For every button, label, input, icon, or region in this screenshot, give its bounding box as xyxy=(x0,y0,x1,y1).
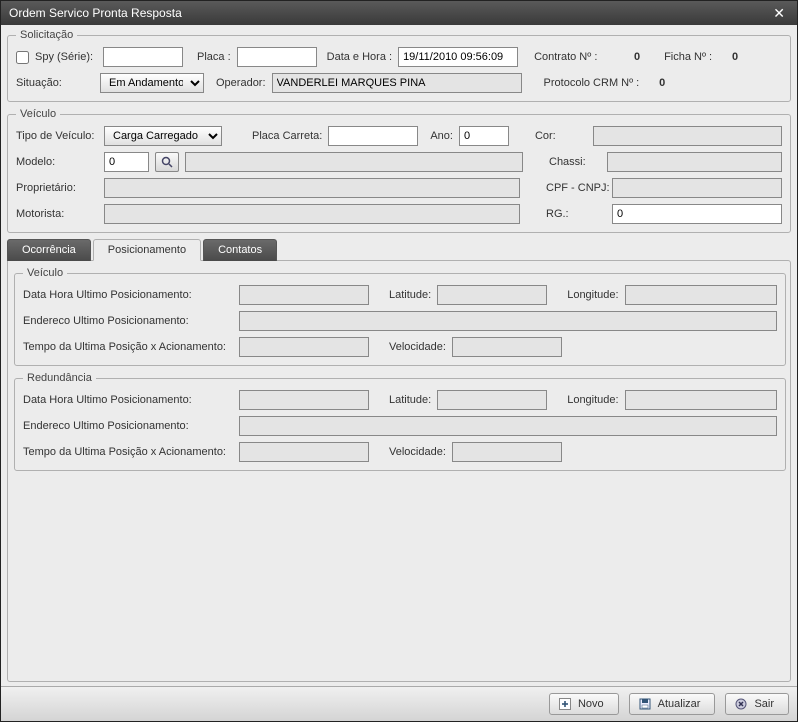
window-title: Ordem Servico Pronta Resposta xyxy=(9,6,182,20)
spy-input[interactable] xyxy=(103,47,183,67)
placa-input[interactable] xyxy=(237,47,317,67)
novo-button[interactable]: Novo xyxy=(549,693,619,715)
proprietario-label: Proprietário: xyxy=(16,182,98,194)
rg-label: RG.: xyxy=(546,208,606,220)
pos-r-tempo-label: Tempo da Ultima Posição x Acionamento: xyxy=(23,446,233,458)
solicitacao-legend: Solicitação xyxy=(16,29,77,41)
modelo-desc-input xyxy=(185,152,523,172)
placa-carreta-label: Placa Carreta: xyxy=(252,130,322,142)
cpfcnpj-label: CPF - CNPJ: xyxy=(546,182,606,194)
pos-v-datahora-input xyxy=(239,285,369,305)
novo-label: Novo xyxy=(578,698,604,710)
tab-bar: Ocorrência Posicionamento Contatos xyxy=(7,239,791,261)
pos-v-end-input xyxy=(239,311,777,331)
pos-r-endereco-label: Endereco Ultimo Posicionamento: xyxy=(23,420,233,432)
ficha-label: Ficha Nº : xyxy=(664,51,712,63)
contrato-value: 0 xyxy=(610,51,640,63)
pos-tempo-label: Tempo da Ultima Posição x Acionamento: xyxy=(23,341,233,353)
operador-input xyxy=(272,73,522,93)
spy-checkbox[interactable] xyxy=(16,51,29,64)
pos-longitude-label: Longitude: xyxy=(567,289,618,301)
cor-label: Cor: xyxy=(535,130,587,142)
modelo-search-button[interactable] xyxy=(155,152,179,172)
atualizar-label: Atualizar xyxy=(658,698,701,710)
cpfcnpj-input xyxy=(612,178,782,198)
tab-posicionamento[interactable]: Posicionamento xyxy=(93,239,201,261)
plus-icon xyxy=(558,697,572,711)
pos-datahora-label: Data Hora Ultimo Posicionamento: xyxy=(23,289,233,301)
tipo-veiculo-label: Tipo de Veículo: xyxy=(16,130,98,142)
pos-velocidade-label: Velocidade: xyxy=(389,341,446,353)
pos-r-vel-input xyxy=(452,442,562,462)
close-circle-icon xyxy=(734,697,748,711)
pos-latitude-label: Latitude: xyxy=(389,289,431,301)
pos-r-velocidade-label: Velocidade: xyxy=(389,446,446,458)
placa-label: Placa : xyxy=(197,51,231,63)
motorista-input xyxy=(104,204,520,224)
save-icon xyxy=(638,697,652,711)
solicitacao-group: Solicitação Spy (Série): Placa : Data e … xyxy=(7,29,791,102)
tab-panel-posicionamento: Veículo Data Hora Ultimo Posicionamento:… xyxy=(7,260,791,682)
pos-redundancia-group: Redundância Data Hora Ultimo Posicioname… xyxy=(14,372,786,471)
pos-endereco-label: Endereco Ultimo Posicionamento: xyxy=(23,315,233,327)
veiculo-legend: Veículo xyxy=(16,108,60,120)
spy-label: Spy (Série): xyxy=(35,51,97,63)
pos-v-vel-input xyxy=(452,337,562,357)
pos-r-lat-input xyxy=(437,390,547,410)
sair-label: Sair xyxy=(754,698,774,710)
datahora-label: Data e Hora : xyxy=(327,51,392,63)
proprietario-input xyxy=(104,178,520,198)
tab-ocorrencia[interactable]: Ocorrência xyxy=(7,239,91,261)
pos-r-end-input xyxy=(239,416,777,436)
chassi-label: Chassi: xyxy=(549,156,601,168)
pos-r-latitude-label: Latitude: xyxy=(389,394,431,406)
titlebar: Ordem Servico Pronta Resposta ✕ xyxy=(1,1,797,25)
operador-label: Operador: xyxy=(216,77,266,89)
rg-input[interactable] xyxy=(612,204,782,224)
pos-v-lon-input xyxy=(625,285,777,305)
search-icon xyxy=(160,155,174,169)
pos-veiculo-legend: Veículo xyxy=(23,267,67,279)
modelo-label: Modelo: xyxy=(16,156,98,168)
modelo-input[interactable] xyxy=(104,152,149,172)
ano-label: Ano: xyxy=(430,130,453,142)
veiculo-group: Veículo Tipo de Veículo: Carga Carregado… xyxy=(7,108,791,233)
chassi-input xyxy=(607,152,782,172)
pos-veiculo-group: Veículo Data Hora Ultimo Posicionamento:… xyxy=(14,267,786,366)
pos-r-longitude-label: Longitude: xyxy=(567,394,618,406)
pos-r-datahora-input xyxy=(239,390,369,410)
cor-input xyxy=(593,126,782,146)
situacao-label: Situação: xyxy=(16,77,94,89)
protocolo-value: 0 xyxy=(645,77,665,89)
datahora-input[interactable] xyxy=(398,47,518,67)
tab-contatos[interactable]: Contatos xyxy=(203,239,277,261)
tipo-veiculo-select[interactable]: Carga Carregado xyxy=(104,126,222,146)
atualizar-button[interactable]: Atualizar xyxy=(629,693,716,715)
protocolo-label: Protocolo CRM Nº : xyxy=(544,77,640,89)
sair-button[interactable]: Sair xyxy=(725,693,789,715)
pos-r-datahora-label: Data Hora Ultimo Posicionamento: xyxy=(23,394,233,406)
pos-redundancia-legend: Redundância xyxy=(23,372,96,384)
motorista-label: Motorista: xyxy=(16,208,98,220)
situacao-select[interactable]: Em Andamento xyxy=(100,73,204,93)
placa-carreta-input[interactable] xyxy=(328,126,418,146)
footer-bar: Novo Atualizar Sair xyxy=(1,686,797,721)
ano-input[interactable] xyxy=(459,126,509,146)
contrato-label: Contrato Nº : xyxy=(534,51,604,63)
pos-r-lon-input xyxy=(625,390,777,410)
window: Ordem Servico Pronta Resposta ✕ Solicita… xyxy=(0,0,798,722)
pos-r-tempo-input xyxy=(239,442,369,462)
content-area: Solicitação Spy (Série): Placa : Data e … xyxy=(1,25,797,686)
close-icon[interactable]: ✕ xyxy=(769,5,789,22)
pos-v-lat-input xyxy=(437,285,547,305)
ficha-value: 0 xyxy=(718,51,738,63)
pos-v-tempo-input xyxy=(239,337,369,357)
